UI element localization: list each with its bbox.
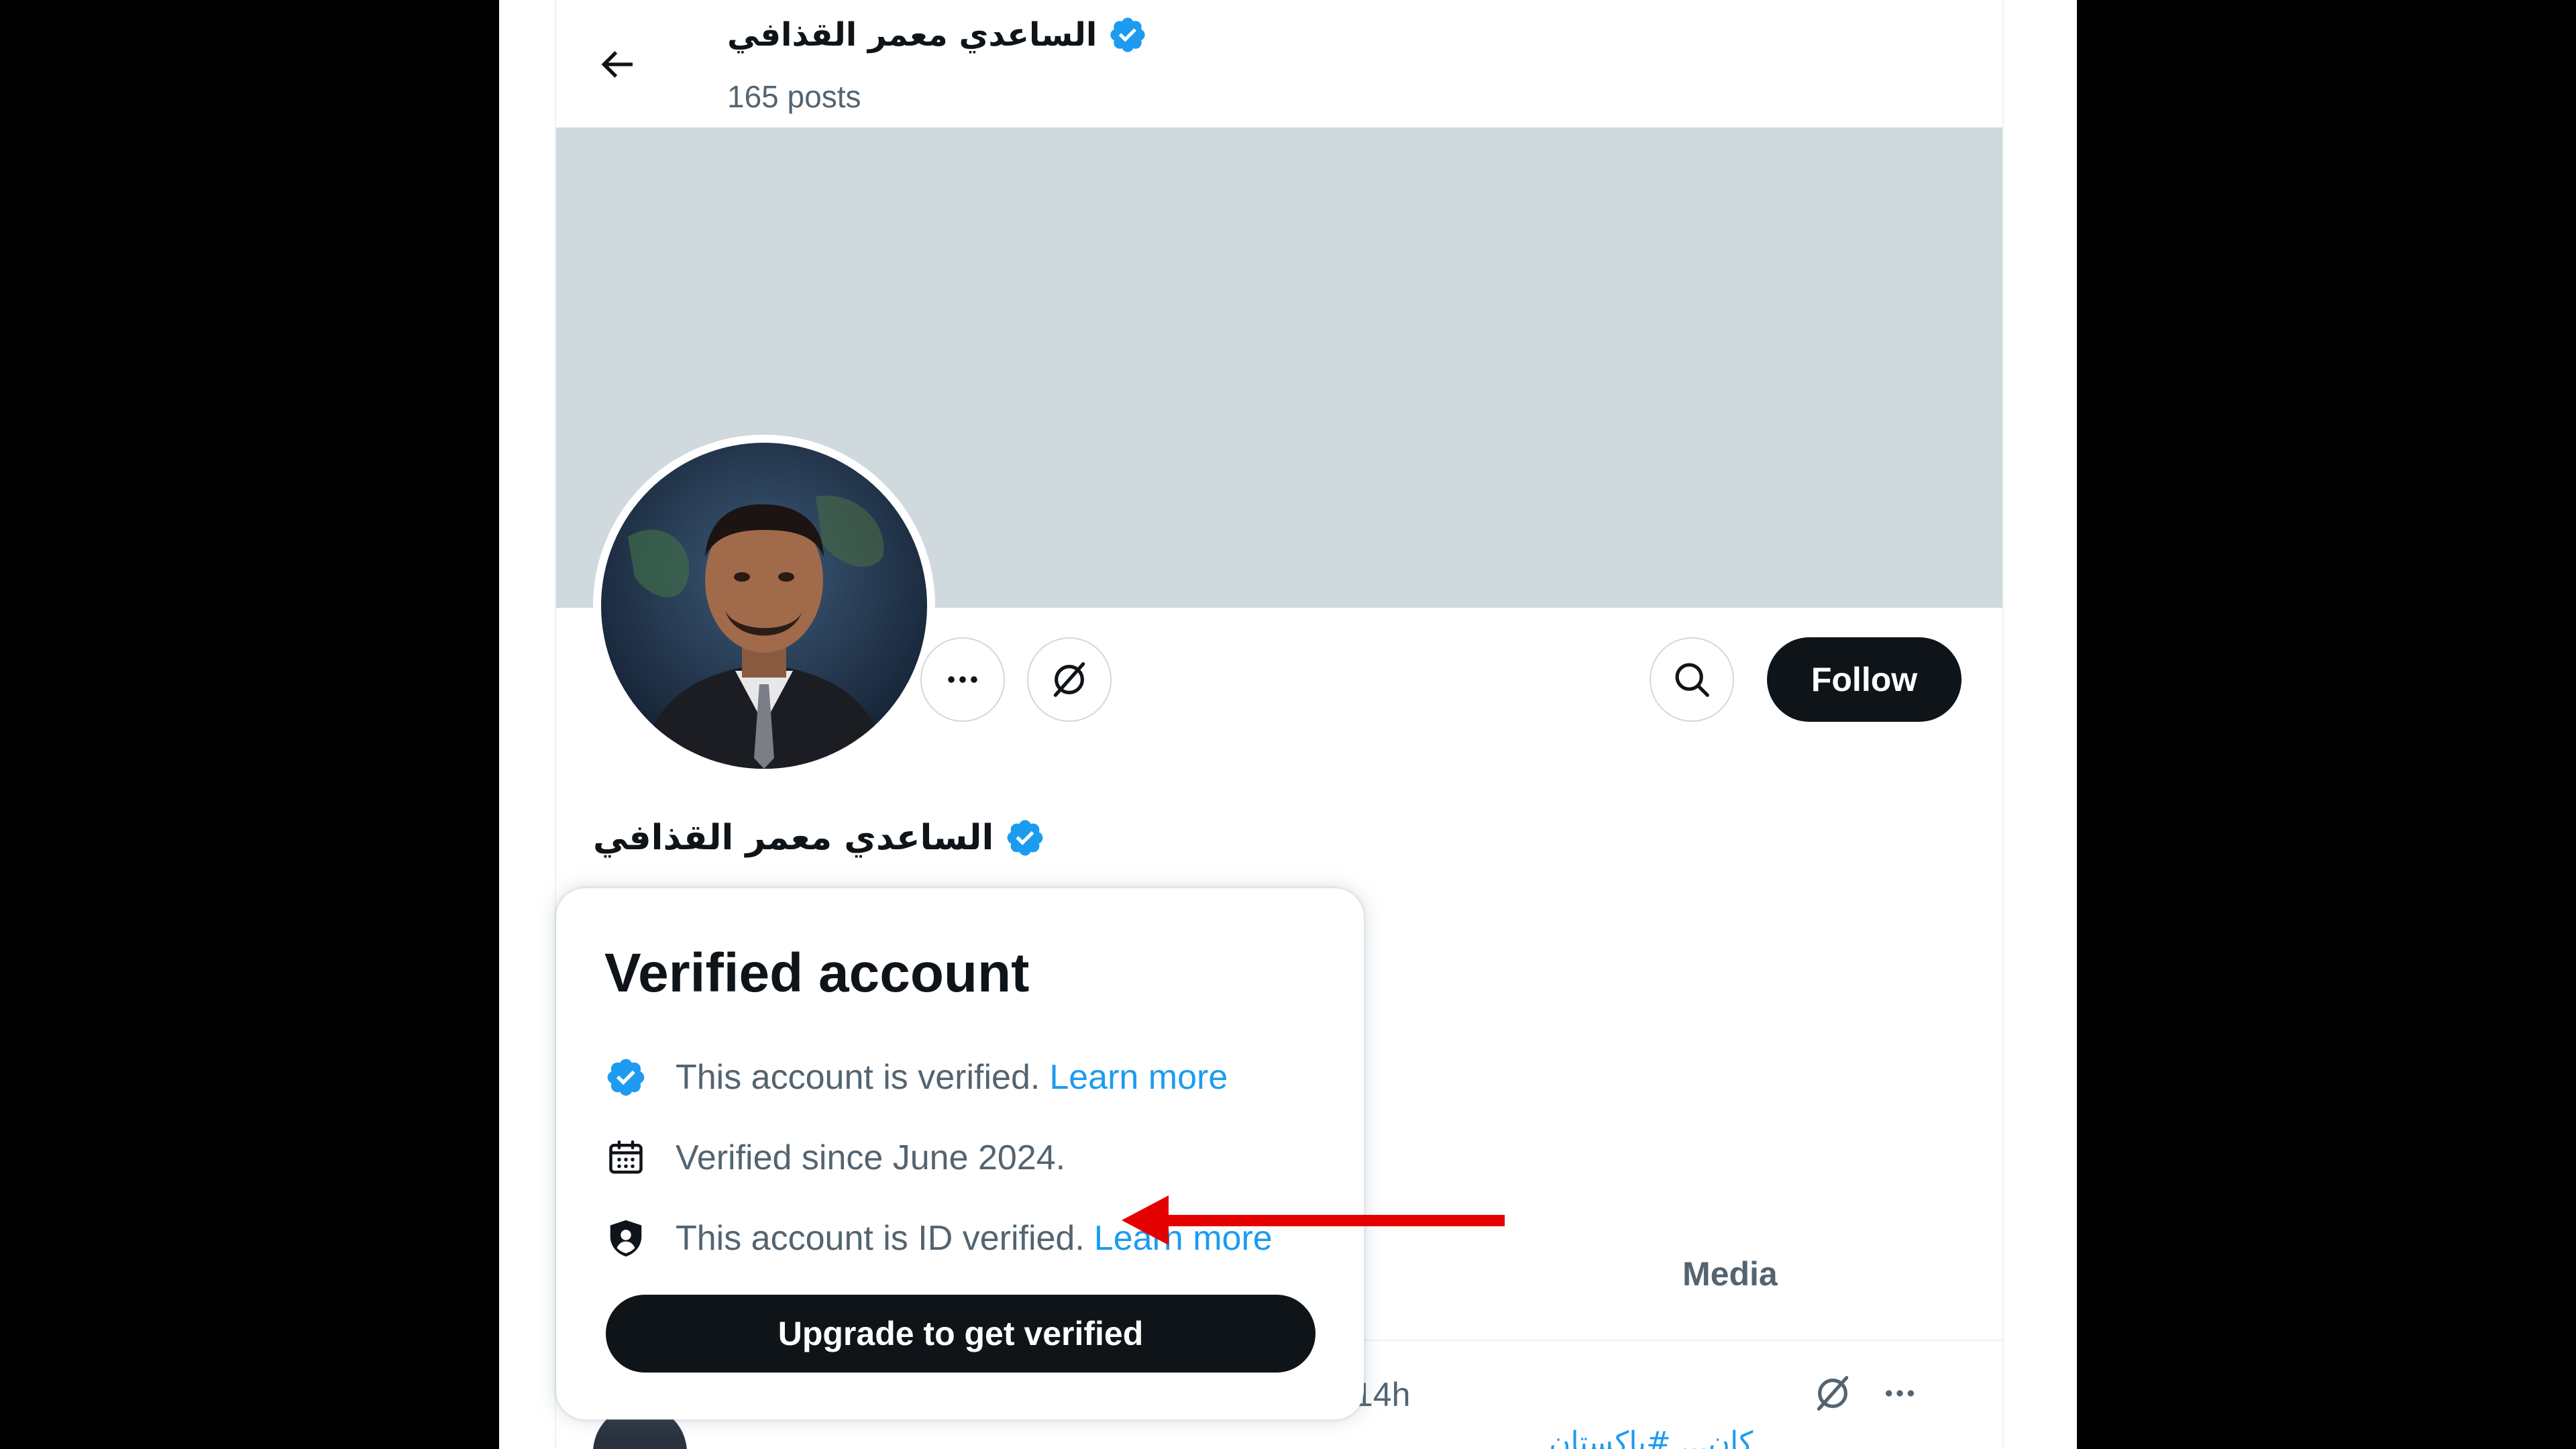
follow-button[interactable]: Follow	[1767, 637, 1962, 722]
search-icon	[1675, 663, 1709, 697]
id-learn-more-link[interactable]: Learn more	[1094, 1218, 1273, 1258]
learn-more-link[interactable]: Learn more	[1049, 1057, 1228, 1097]
calendar-icon	[609, 1140, 643, 1174]
avatar-photo	[601, 443, 927, 769]
post-count: 165 posts	[727, 79, 861, 114]
more-options-button[interactable]	[920, 637, 1005, 722]
profile-display-name: الساعدي معمر القذافي	[593, 818, 994, 858]
profile-name-row: الساعدي معمر القذافي	[593, 817, 1046, 859]
search-profile-button[interactable]	[1650, 637, 1734, 722]
header-display-name: الساعدي معمر القذافي	[727, 16, 1097, 54]
verified-badge-icon[interactable]	[1004, 817, 1046, 859]
profile-avatar[interactable]	[593, 435, 935, 777]
popover-title: Verified account	[604, 943, 1030, 1004]
verified-row-icon-wrap	[604, 1056, 647, 1099]
grok-icon	[1053, 662, 1085, 697]
verified-since-text: Verified since June 2024.	[676, 1138, 1066, 1177]
header-name-row: الساعدي معمر القذافي	[727, 15, 1148, 55]
verified-since-row: Verified since June 2024.	[604, 1136, 1065, 1179]
id-verified-row: This account is ID verified. Learn more	[604, 1217, 1273, 1260]
post-more-button[interactable]	[1876, 1370, 1923, 1417]
post-grok-button[interactable]	[1809, 1370, 1856, 1417]
grok-icon	[1817, 1376, 1849, 1411]
back-arrow-icon	[601, 51, 633, 78]
post-text: كان... #باكستان	[1549, 1426, 1754, 1449]
verified-badge-icon	[607, 1059, 645, 1096]
verified-badge-icon[interactable]	[1108, 15, 1148, 55]
upgrade-verified-button[interactable]: Upgrade to get verified	[606, 1295, 1316, 1373]
back-button[interactable]	[590, 38, 643, 91]
shield-icon-wrap	[604, 1217, 647, 1260]
profile-header-bar: الساعدي معمر القذافي 165 posts	[556, 0, 2002, 127]
verified-row: This account is verified. Learn more	[604, 1056, 1228, 1099]
verified-account-popover: Verified account This account is verifie…	[556, 888, 1364, 1419]
verified-row-text: This account is verified.	[676, 1058, 1040, 1097]
calendar-icon-wrap	[604, 1136, 647, 1179]
grok-button[interactable]	[1027, 637, 1112, 722]
id-verified-text: This account is ID verified.	[676, 1219, 1085, 1258]
tab-media[interactable]: Media	[1682, 1254, 1778, 1293]
more-icon	[1886, 1390, 1914, 1397]
more-icon	[948, 676, 977, 683]
shield-icon	[610, 1220, 642, 1257]
